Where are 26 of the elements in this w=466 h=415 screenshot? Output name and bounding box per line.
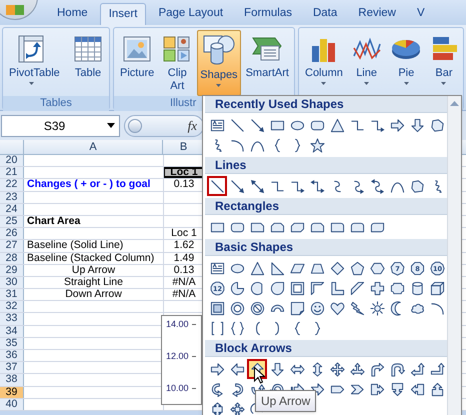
section-heading: Rectangles (215, 198, 280, 215)
axis-label: 12.00 (166, 351, 189, 362)
section-heading: Basic Shapes (215, 239, 294, 256)
tooltip: Up Arrow (255, 390, 316, 412)
axis-label: 14.00 (166, 319, 189, 330)
table-cell-text: Loc 1 (170, 228, 198, 240)
table-cell-text: 1.49 (172, 252, 196, 264)
table-cell-text: #N/A (171, 276, 197, 288)
table-cell-text: Down Arrow (64, 289, 123, 300)
table-cell-text: Chart Area (26, 216, 82, 228)
group-label: Tables (40, 96, 72, 112)
table-cell-text: Up Arrow (70, 264, 116, 276)
section-heading: Lines (215, 157, 246, 174)
section-heading: Recently Used Shapes (215, 96, 344, 113)
table-cell-text: Baseline (Stacked Column) (26, 252, 156, 264)
axis-label: 10.00 (166, 383, 189, 394)
table-cell-text: Baseline (Solid Line) (26, 240, 124, 252)
table-cell-text: Straight Line (63, 276, 124, 288)
table-cell-text: 0.13 (172, 264, 196, 276)
table-cell-text: 1.62 (172, 240, 196, 252)
table-cell-text: #N/A (171, 289, 197, 300)
table-cell-text: 0.13 (172, 179, 196, 191)
section-heading: Block Arrows (215, 340, 292, 357)
cell-reference: S39 (42, 118, 66, 134)
table-cell-text: Changes ( + or - ) to goal (26, 179, 152, 191)
group-label: Illustr (170, 96, 196, 112)
